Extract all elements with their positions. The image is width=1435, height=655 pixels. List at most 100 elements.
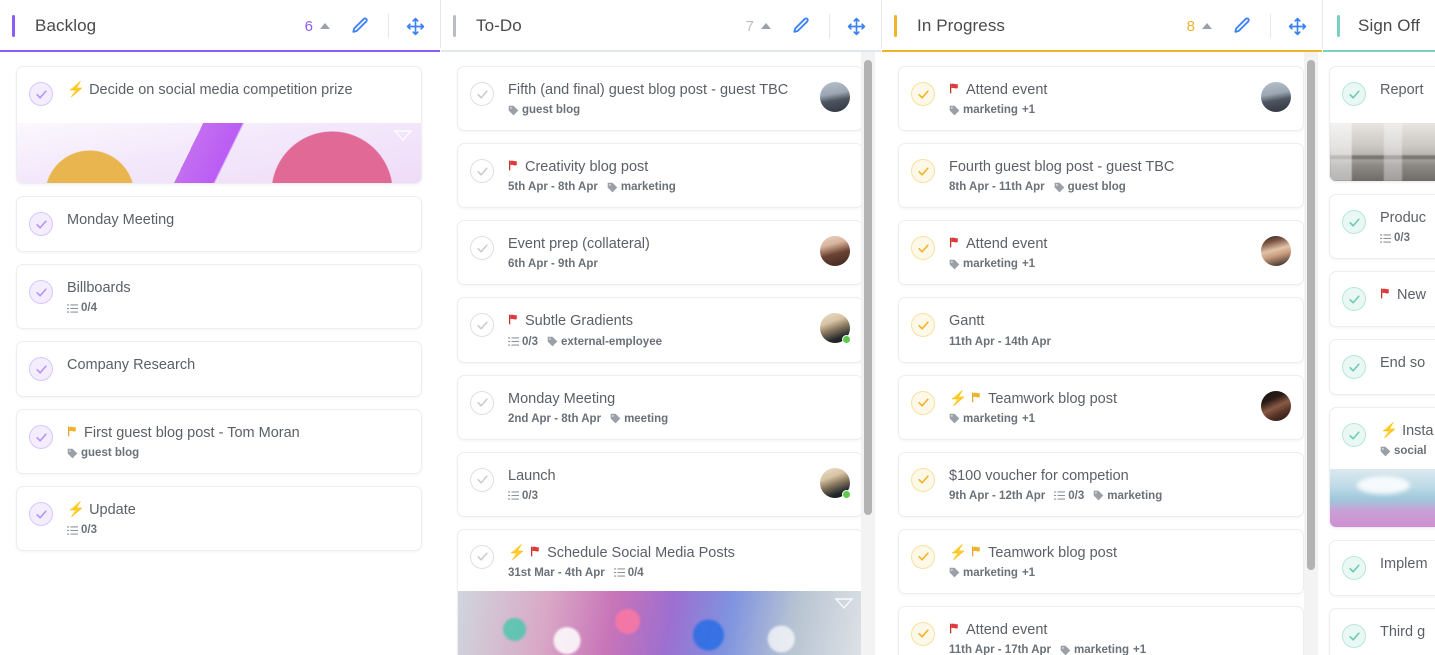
card-complete-checkbox[interactable]	[911, 544, 935, 569]
card-complete-checkbox[interactable]	[470, 159, 494, 184]
card[interactable]: ⚡ Update 0/3	[16, 486, 422, 552]
card-complete-checkbox[interactable]	[29, 212, 53, 236]
card-complete-checkbox[interactable]	[29, 502, 53, 527]
card[interactable]: Attend event 11th Apr - 17th Apr marketi…	[898, 605, 1304, 655]
scrollbar-thumb[interactable]	[864, 60, 872, 515]
pencil-icon[interactable]	[350, 16, 370, 36]
card[interactable]: Report	[1329, 66, 1435, 182]
avatar[interactable]	[820, 313, 851, 345]
card-title: ⚡ Teamwork blog post	[949, 544, 1118, 561]
card[interactable]: Gantt 11th Apr - 14th Apr	[898, 297, 1304, 363]
avatar[interactable]	[820, 467, 851, 499]
card-complete-checkbox[interactable]	[1342, 355, 1366, 380]
card-complete-checkbox[interactable]	[29, 82, 53, 106]
card[interactable]: ⚡ Teamwork blog post marketing +1	[898, 528, 1304, 594]
card[interactable]: Attend event marketing +1	[898, 66, 1304, 132]
card[interactable]: Fourth guest blog post - guest TBC 8th A…	[898, 143, 1304, 209]
card[interactable]: Implem	[1329, 540, 1435, 597]
card[interactable]: New	[1329, 271, 1435, 328]
card-complete-checkbox[interactable]	[470, 390, 494, 415]
card[interactable]: Event prep (collateral) 6th Apr - 9th Ap…	[457, 220, 863, 286]
card-complete-checkbox[interactable]	[470, 467, 494, 492]
card[interactable]: Monday Meeting 2nd Apr - 8th Apr meeting	[457, 374, 863, 440]
card[interactable]: ⚡ Decide on social media competition priz…	[16, 66, 422, 184]
column-body-backlog[interactable]: ⚡ Decide on social media competition priz…	[0, 52, 440, 655]
card[interactable]: Subtle Gradients 0/3 external-employee	[457, 297, 863, 363]
column-card-count: 7	[745, 17, 754, 35]
card[interactable]: ⚡ Insta social	[1329, 407, 1435, 529]
flag-yellow-icon	[971, 391, 984, 407]
move-icon[interactable]	[846, 16, 867, 37]
card[interactable]: ⚡ Teamwork blog post marketing +1	[898, 374, 1304, 440]
chevron-down-icon[interactable]	[834, 597, 854, 611]
card-complete-checkbox[interactable]	[29, 425, 53, 450]
card[interactable]: Fifth (and final) guest blog post - gues…	[457, 66, 863, 132]
card[interactable]: Third g	[1329, 608, 1435, 655]
card[interactable]: Launch 0/3	[457, 451, 863, 517]
pencil-icon[interactable]	[791, 16, 811, 36]
card[interactable]: First guest blog post - Tom Moran guest …	[16, 409, 422, 475]
column-scrollbar-todo[interactable]	[861, 52, 875, 655]
tag-label: marketing	[620, 181, 676, 194]
tag-label: social	[1394, 445, 1427, 458]
card[interactable]: $100 voucher for competion 9th Apr - 12t…	[898, 451, 1304, 517]
card[interactable]: Produc 0/3	[1329, 194, 1435, 260]
card-complete-checkbox[interactable]	[1342, 210, 1366, 234]
card-complete-checkbox[interactable]	[911, 236, 935, 261]
column-scrollbar-in-progress[interactable]	[1304, 52, 1318, 655]
scrollbar-thumb[interactable]	[1307, 60, 1315, 570]
avatar[interactable]	[820, 82, 850, 112]
caret-up-icon[interactable]	[320, 23, 330, 29]
card-complete-checkbox[interactable]	[911, 313, 935, 338]
move-icon[interactable]	[1287, 16, 1308, 37]
column-body-sign-off[interactable]: Report Produc 0/3 New End so ⚡ Insta soc…	[1323, 52, 1435, 655]
chevron-down-icon[interactable]	[393, 129, 413, 143]
caret-up-icon[interactable]	[761, 23, 771, 29]
card-complete-checkbox[interactable]	[29, 357, 53, 382]
checklist-icon	[67, 526, 78, 535]
checklist-meta: 0/4	[67, 302, 97, 314]
card-complete-checkbox[interactable]	[470, 313, 494, 338]
card[interactable]: Attend event marketing +1	[898, 220, 1304, 286]
card[interactable]: Company Research	[16, 341, 422, 398]
pencil-icon[interactable]	[1232, 16, 1252, 36]
card-complete-checkbox[interactable]	[1342, 423, 1366, 448]
card-complete-checkbox[interactable]	[1342, 82, 1366, 106]
card-complete-checkbox[interactable]	[1342, 556, 1366, 581]
card-complete-checkbox[interactable]	[911, 390, 935, 415]
card-title: Billboards	[67, 280, 131, 296]
avatar[interactable]	[1261, 82, 1291, 112]
card-title: Fourth guest blog post - guest TBC	[949, 159, 1175, 176]
column-body-todo[interactable]: Fifth (and final) guest blog post - gues…	[441, 52, 881, 655]
card[interactable]: End so	[1329, 339, 1435, 396]
card-complete-checkbox[interactable]	[1342, 624, 1366, 649]
card-meta: guest blog	[508, 104, 810, 116]
checklist-progress: 0/3	[522, 335, 538, 348]
tag-icon	[1380, 446, 1391, 457]
checklist-progress: 0/3	[1394, 232, 1410, 245]
card-complete-checkbox[interactable]	[470, 544, 494, 569]
card-complete-checkbox[interactable]	[911, 82, 935, 106]
column-todo: To-Do 7 Fifth (and final) guest blog pos…	[441, 0, 881, 655]
card-complete-checkbox[interactable]	[470, 82, 494, 106]
column-header-sign-off: Sign Off	[1323, 0, 1435, 52]
card[interactable]: Monday Meeting	[16, 196, 422, 252]
card-complete-checkbox[interactable]	[1342, 287, 1366, 312]
avatar[interactable]	[1261, 390, 1291, 421]
tag-label: guest blog	[522, 104, 581, 117]
move-icon[interactable]	[405, 16, 426, 37]
card-complete-checkbox[interactable]	[911, 467, 935, 492]
card-title: Implem	[1380, 556, 1428, 573]
card-title: Report	[1380, 82, 1424, 98]
card[interactable]: ⚡ Schedule Social Media Posts 31st Mar - …	[457, 528, 863, 655]
avatar[interactable]	[1261, 236, 1291, 267]
caret-up-icon[interactable]	[1202, 23, 1212, 29]
card[interactable]: Creativity blog post 5th Apr - 8th Apr m…	[457, 143, 863, 209]
card[interactable]: Billboards 0/4	[16, 264, 422, 330]
card-complete-checkbox[interactable]	[29, 280, 53, 304]
card-complete-checkbox[interactable]	[911, 159, 935, 184]
column-body-in-progress[interactable]: Attend event marketing +1 Fourth guest b…	[882, 52, 1322, 655]
avatar[interactable]	[820, 236, 850, 267]
card-complete-checkbox[interactable]	[911, 621, 935, 646]
card-complete-checkbox[interactable]	[470, 236, 494, 261]
